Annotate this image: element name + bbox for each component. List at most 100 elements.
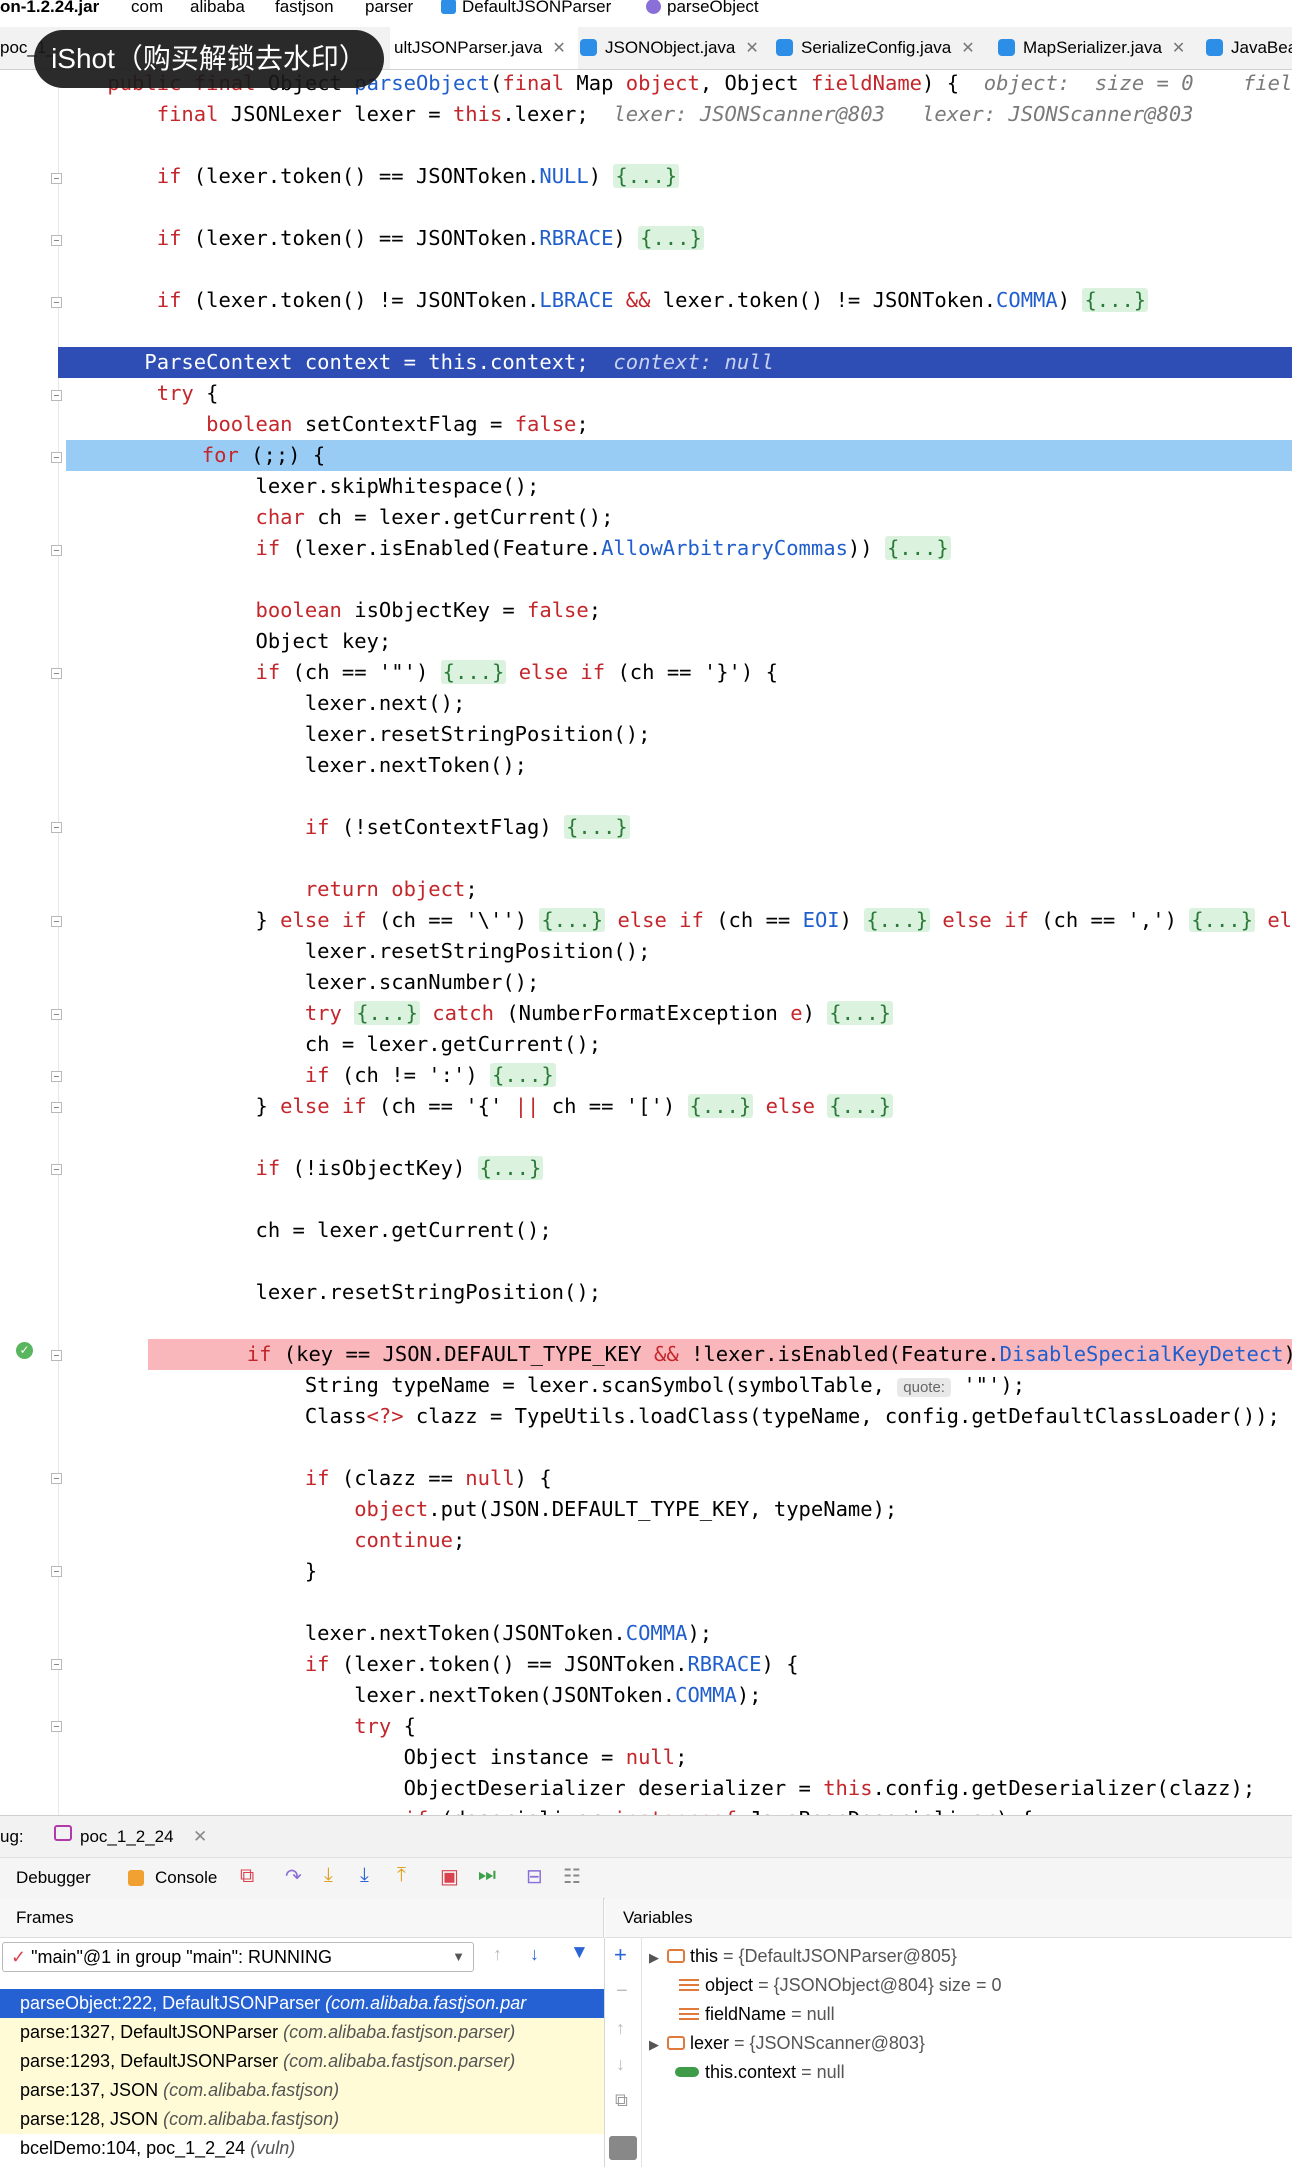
debugger-tab[interactable]: Debugger: [16, 1868, 91, 1888]
frame-item[interactable]: parse:137, JSON (com.alibaba.fastjson): [0, 2076, 604, 2105]
code-line: if (lexer.token() == JSONToken.RBRACE) {…: [156, 226, 704, 250]
breakpoint-line: if (key == JSON.DEFAULT_TYPE_KEY && !lex…: [148, 1339, 1292, 1370]
tab-serializeconfig[interactable]: SerializeConfig.java ✕: [766, 27, 985, 69]
code-line: ch = lexer.getCurrent();: [58, 1218, 552, 1242]
arrow-up-icon[interactable]: ↑: [493, 1944, 502, 1965]
code-line: lexer.resetStringPosition();: [58, 1280, 602, 1304]
step-over-icon[interactable]: ⤓: [324, 1864, 333, 1887]
code-line: }: [58, 1559, 318, 1583]
code-line: final JSONLexer lexer = this.lexer; lexe…: [156, 102, 1194, 126]
code-line: if (lexer.isEnabled(Feature.AllowArbitra…: [255, 536, 951, 560]
code-line: if (lexer.token() != JSONToken.LBRACE &&…: [156, 288, 1149, 312]
session-icon: [54, 1825, 72, 1841]
move-up-icon[interactable]: ↑: [616, 2018, 625, 2039]
check-icon: ✓: [11, 1947, 27, 1967]
code-line: if (ch == '"') {...} else if (ch == '}')…: [255, 660, 778, 684]
code-line: try {: [354, 1714, 416, 1738]
breadcrumb-class[interactable]: DefaultJSONParser: [441, 0, 611, 17]
code-line: char ch = lexer.getCurrent();: [255, 505, 614, 529]
code-line: boolean setContextFlag = false;: [206, 412, 589, 436]
code-line: try {: [156, 381, 219, 405]
remove-watch-icon[interactable]: −: [616, 1980, 628, 2003]
step-out-icon[interactable]: ⤒: [397, 1864, 406, 1887]
close-icon[interactable]: ✕: [552, 40, 565, 57]
code-area[interactable]: public final Object parseObject(final Ma…: [58, 70, 1292, 1815]
variable-row[interactable]: this.context = null: [675, 2058, 845, 2087]
code-line: ObjectDeserializer deserializer = this.c…: [58, 1776, 1256, 1800]
class-icon: [776, 39, 793, 56]
breadcrumb-parser[interactable]: parser: [365, 0, 413, 17]
breadcrumb-fastjson[interactable]: fastjson: [275, 0, 334, 17]
close-icon[interactable]: ✕: [961, 40, 974, 57]
restore-layout-icon[interactable]: ⧉: [240, 1865, 254, 1888]
add-watch-icon[interactable]: +: [614, 1942, 627, 1968]
object-icon: [667, 2036, 685, 2050]
variable-row[interactable]: fieldName = null: [679, 2000, 835, 2029]
arrow-down-icon[interactable]: ↓: [530, 1944, 539, 1965]
code-line: if (!isObjectKey) {...}: [255, 1156, 544, 1180]
close-icon[interactable]: ✕: [1172, 40, 1185, 57]
variables-header: Variables: [605, 1898, 1292, 1938]
class-icon: [1206, 39, 1223, 56]
watermark-badge: iShot（购买解锁去水印）: [34, 30, 384, 88]
chevron-right-icon[interactable]: ▶: [649, 1950, 659, 1965]
code-line: Class<?> clazz = TypeUtils.loadClass(typ…: [58, 1404, 1280, 1428]
variable-row[interactable]: ▶ this = {DefaultJSONParser@805}: [649, 1942, 957, 1971]
class-icon: [441, 0, 456, 14]
code-editor[interactable]: ✓ public final Object parseObject(final …: [0, 70, 1292, 1815]
code-line: } else if (ch == '{' || ch == '[') {...}…: [58, 1094, 894, 1118]
breadcrumb-jar[interactable]: on-1.2.24.jar: [0, 0, 99, 17]
breadcrumb-com[interactable]: com: [131, 0, 163, 17]
breadcrumb-method[interactable]: parseObject: [646, 0, 759, 17]
code-line: if (lexer.token() == JSONToken.RBRACE) {: [304, 1652, 799, 1676]
breadcrumb-alibaba[interactable]: alibaba: [190, 0, 245, 17]
variable-row[interactable]: object = {JSONObject@804} size = 0: [679, 1971, 1001, 2000]
tab-mapserializer[interactable]: MapSerializer.java ✕: [988, 27, 1195, 69]
code-line: continue;: [354, 1528, 466, 1552]
code-line: if (deserializer instanceof JavaBeanDese…: [58, 1804, 1292, 1815]
frames-panel: ✓ "main"@1 in group "main": RUNNING ▼ ↑ …: [0, 1938, 605, 2167]
variables-toolbar: + − ↑ ↓ ⧉: [605, 1938, 642, 2167]
debug-label: ug:: [0, 1827, 24, 1846]
frame-item[interactable]: parseObject:222, DefaultJSONParser (com.…: [0, 1989, 604, 2018]
code-line: lexer.nextToken();: [58, 753, 527, 777]
frame-item[interactable]: parse:1293, DefaultJSONParser (com.aliba…: [0, 2047, 604, 2076]
variable-row[interactable]: ▶ lexer = {JSONScanner@803}: [649, 2029, 925, 2058]
step-into-icon[interactable]: ⤓: [360, 1864, 369, 1887]
code-line: Object instance = null;: [58, 1745, 688, 1769]
frame-item[interactable]: parse:1327, DefaultJSONParser (com.aliba…: [0, 2018, 604, 2047]
code-line: ch = lexer.getCurrent();: [58, 1032, 602, 1056]
code-line: Object key;: [58, 629, 392, 653]
field-icon: [679, 1979, 699, 1991]
close-icon[interactable]: ✕: [193, 1827, 207, 1847]
tab-jsonobject[interactable]: JSONObject.java ✕: [570, 27, 769, 69]
code-line: } else if (ch == '\'') {...} else if (ch…: [58, 908, 1292, 932]
run-to-cursor-icon[interactable]: ⏭: [478, 1864, 496, 1887]
show-execution-point-icon[interactable]: ↷: [285, 1864, 302, 1889]
console-tab[interactable]: Console: [155, 1868, 217, 1888]
breakpoint-check-icon[interactable]: ✓: [16, 1342, 33, 1359]
evaluate-expression-icon[interactable]: ⊟: [526, 1864, 543, 1889]
trace-icon[interactable]: ☷: [563, 1864, 581, 1889]
move-down-icon[interactable]: ↓: [616, 2054, 625, 2075]
frame-item[interactable]: bcelDemo:104, poc_1_2_24 (vuln): [0, 2134, 604, 2163]
console-icon: [128, 1870, 144, 1886]
chevron-down-icon: ▼: [452, 1949, 465, 1964]
copy-icon[interactable]: ⧉: [615, 2090, 628, 2111]
drop-frame-icon[interactable]: ▣: [440, 1864, 459, 1889]
close-icon[interactable]: ✕: [745, 40, 758, 57]
chevron-right-icon[interactable]: ▶: [649, 2037, 659, 2052]
debug-session-bar: ug: poc_1_2_24 ✕: [0, 1815, 1292, 1858]
code-line: lexer.nextToken(JSONToken.COMMA);: [58, 1683, 762, 1707]
frame-item[interactable]: parse:128, JSON (com.alibaba.fastjson): [0, 2105, 604, 2134]
glasses-icon[interactable]: [609, 2136, 637, 2160]
session-tab[interactable]: poc_1_2_24: [80, 1827, 174, 1847]
thread-select[interactable]: ✓ "main"@1 in group "main": RUNNING ▼: [2, 1942, 474, 1972]
editor-gutter[interactable]: ✓: [0, 70, 62, 1815]
tab-defaultjsonparser[interactable]: ultJSONParser.java ✕: [390, 27, 578, 69]
filter-icon[interactable]: ▼: [570, 1942, 589, 1964]
method-icon: [646, 0, 661, 14]
code-line: if (!setContextFlag) {...}: [304, 815, 630, 839]
tab-javabean[interactable]: JavaBea: [1196, 27, 1292, 69]
field-icon: [679, 2008, 699, 2020]
